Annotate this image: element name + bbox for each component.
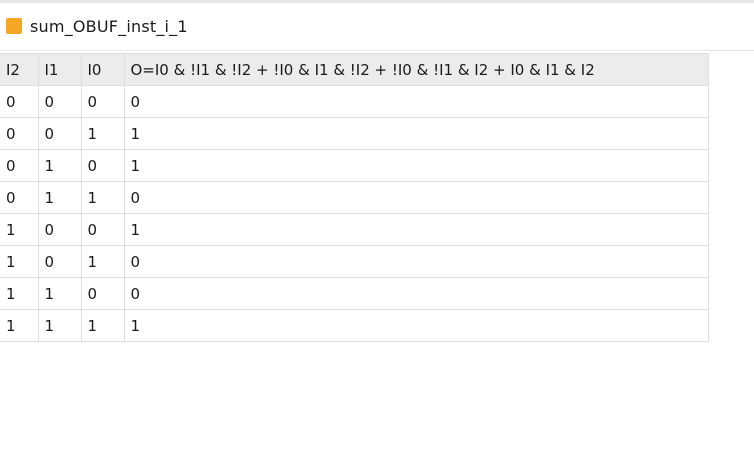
table-row: 0 0 0 0 xyxy=(0,85,709,118)
truth-table-panel: sum_OBUF_inst_i_1 I2 I1 I0 O=I0 & !I1 & … xyxy=(0,0,754,459)
cell-i0: 0 xyxy=(80,149,125,182)
cell-i0: 1 xyxy=(80,245,125,278)
cell-i1: 0 xyxy=(37,85,82,118)
table-row: 0 1 1 0 xyxy=(0,181,709,214)
panel-title: sum_OBUF_inst_i_1 xyxy=(30,16,188,36)
cell-output: 0 xyxy=(123,181,709,214)
cell-i2: 0 xyxy=(0,149,39,182)
cell-output: 0 xyxy=(123,277,709,310)
cell-i0: 1 xyxy=(80,181,125,214)
column-header-i2[interactable]: I2 xyxy=(0,53,39,86)
column-header-i1[interactable]: I1 xyxy=(37,53,82,86)
table-header-row: I2 I1 I0 O=I0 & !I1 & !I2 + !I0 & I1 & !… xyxy=(0,53,709,86)
truth-table: I2 I1 I0 O=I0 & !I1 & !I2 + !I0 & I1 & !… xyxy=(0,53,709,342)
cell-i1: 0 xyxy=(37,213,82,246)
cell-output: 0 xyxy=(123,245,709,278)
cell-i1: 1 xyxy=(37,181,82,214)
cell-i1: 0 xyxy=(37,117,82,150)
table-row: 0 1 0 1 xyxy=(0,149,709,182)
cell-i2: 1 xyxy=(0,309,39,342)
cell-output: 1 xyxy=(123,213,709,246)
cell-i0: 1 xyxy=(80,309,125,342)
cell-i0: 1 xyxy=(80,117,125,150)
cell-output: 1 xyxy=(123,309,709,342)
cell-i1: 1 xyxy=(37,277,82,310)
table-row: 1 1 0 0 xyxy=(0,277,709,310)
panel-header: sum_OBUF_inst_i_1 xyxy=(0,3,754,49)
cell-output: 0 xyxy=(123,85,709,118)
cell-icon xyxy=(6,18,22,34)
cell-i2: 0 xyxy=(0,85,39,118)
cell-i0: 0 xyxy=(80,277,125,310)
cell-i1: 0 xyxy=(37,245,82,278)
column-header-i0[interactable]: I0 xyxy=(80,53,125,86)
column-header-output[interactable]: O=I0 & !I1 & !I2 + !I0 & I1 & !I2 + !I0 … xyxy=(123,53,709,86)
table-row: 1 0 1 0 xyxy=(0,245,709,278)
header-divider xyxy=(0,50,754,51)
cell-i1: 1 xyxy=(37,149,82,182)
cell-i2: 1 xyxy=(0,213,39,246)
cell-i0: 0 xyxy=(80,85,125,118)
cell-i2: 1 xyxy=(0,245,39,278)
cell-i0: 0 xyxy=(80,213,125,246)
table-row: 1 0 0 1 xyxy=(0,213,709,246)
cell-i1: 1 xyxy=(37,309,82,342)
cell-i2: 0 xyxy=(0,181,39,214)
cell-i2: 1 xyxy=(0,277,39,310)
cell-output: 1 xyxy=(123,149,709,182)
table-row: 1 1 1 1 xyxy=(0,309,709,342)
table-row: 0 0 1 1 xyxy=(0,117,709,150)
cell-output: 1 xyxy=(123,117,709,150)
cell-i2: 0 xyxy=(0,117,39,150)
